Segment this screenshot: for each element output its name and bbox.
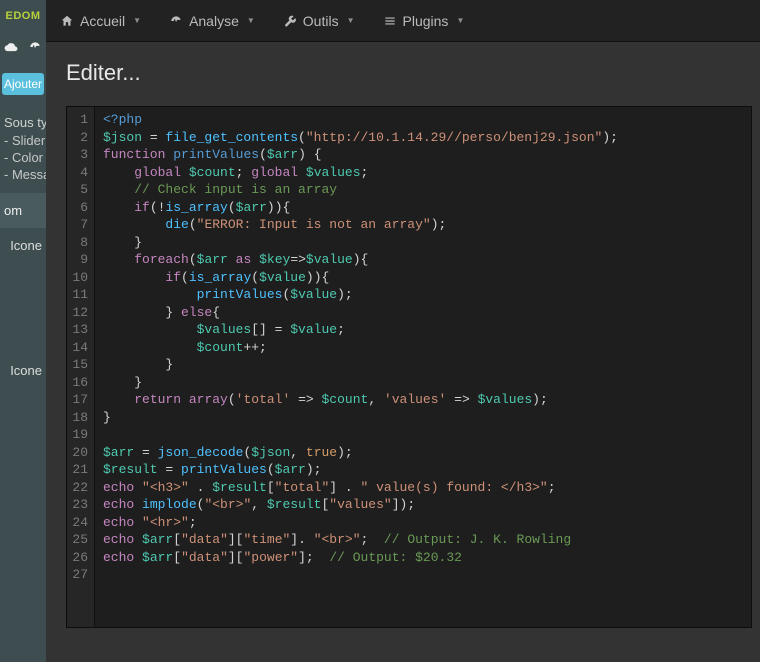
code-line[interactable]: foreach($arr as $key=>$value){ [103,251,618,269]
chevron-down-icon: ▼ [247,16,255,25]
line-number: 27 [69,566,88,584]
code-line[interactable]: function printValues($arr) { [103,146,618,164]
code-line[interactable]: $result = printValues($arr); [103,461,618,479]
top-nav: Accueil ▼ Analyse ▼ Outils ▼ Plugins ▼ [46,0,760,42]
sidebar-item[interactable]: - Color [0,149,46,166]
code-line[interactable]: } [103,374,618,392]
line-number: 21 [69,461,88,479]
code-line[interactable]: } [103,409,618,427]
line-number: 22 [69,479,88,497]
add-button[interactable]: Ajouter [2,73,44,95]
line-number: 26 [69,549,88,567]
cloud-icon[interactable] [4,40,18,59]
nav-item-plugins[interactable]: Plugins ▼ [369,0,479,41]
line-number: 15 [69,356,88,374]
code-editor[interactable]: 1234567891011121314151617181920212223242… [66,106,752,628]
code-line[interactable]: $count++; [103,339,618,357]
line-number: 3 [69,146,88,164]
line-number: 6 [69,199,88,217]
code-line[interactable]: if(is_array($value)){ [103,269,618,287]
sidebar-item-icone-1[interactable]: Icone [0,228,46,263]
nav-item-analyse[interactable]: Analyse ▼ [155,0,269,41]
left-sidebar: EDOM Ajouter Sous ty - Slider- Color- Me… [0,0,46,662]
code-line[interactable]: $values[] = $value; [103,321,618,339]
code-line[interactable]: return array('total' => $count, 'values'… [103,391,618,409]
line-number: 24 [69,514,88,532]
line-number: 17 [69,391,88,409]
code-line[interactable]: echo $arr["data"]["power"]; // Output: $… [103,549,618,567]
code-line[interactable]: // Check input is an array [103,181,618,199]
nav-item-outils[interactable]: Outils ▼ [269,0,369,41]
sidebar-item-label: Icone [10,238,42,253]
dash-icon [169,14,183,28]
editor-title: Editer... [46,42,760,102]
editor-panel: Editer... 123456789101112131415161718192… [46,42,760,662]
line-number: 2 [69,129,88,147]
line-number: 4 [69,164,88,182]
code-line[interactable]: $json = file_get_contents("http://10.1.1… [103,129,618,147]
chevron-down-icon: ▼ [347,16,355,25]
line-number: 13 [69,321,88,339]
code-line[interactable]: <?php [103,111,618,129]
line-number: 9 [69,251,88,269]
line-gutter: 1234567891011121314151617181920212223242… [67,107,95,627]
line-number: 11 [69,286,88,304]
wrench-icon [283,14,297,28]
nav-label: Plugins [403,13,449,29]
sidebar-item[interactable]: - Messa [0,166,46,183]
home-icon [60,14,74,28]
code-line[interactable]: global $count; global $values; [103,164,618,182]
line-number: 8 [69,234,88,252]
sidebar-heading-subtype: Sous ty [0,101,46,132]
dashboard-icon[interactable] [28,40,42,59]
line-number: 12 [69,304,88,322]
code-line[interactable]: printValues($value); [103,286,618,304]
code-line[interactable]: echo "<h3>" . $result["total"] . " value… [103,479,618,497]
sidebar-block[interactable]: om [0,193,46,228]
line-number: 5 [69,181,88,199]
line-number: 20 [69,444,88,462]
code-line[interactable]: echo $arr["data"]["time"]. "<br>"; // Ou… [103,531,618,549]
line-number: 16 [69,374,88,392]
sidebar-icon-row [0,32,46,67]
sidebar-item-label: Icone [10,363,42,378]
brand-label: EDOM [0,0,46,32]
line-number: 25 [69,531,88,549]
code-line[interactable]: } [103,356,618,374]
editor-footer [66,628,752,662]
nav-item-accueil[interactable]: Accueil ▼ [46,0,155,41]
nav-label: Outils [303,13,339,29]
list-icon [383,14,397,28]
sidebar-item-icone-2[interactable]: Icone [0,353,46,388]
line-number: 7 [69,216,88,234]
code-line[interactable]: die("ERROR: Input is not an array"); [103,216,618,234]
line-number: 14 [69,339,88,357]
chevron-down-icon: ▼ [133,16,141,25]
nav-label: Analyse [189,13,239,29]
line-number: 18 [69,409,88,427]
line-number: 23 [69,496,88,514]
code-line[interactable]: if(!is_array($arr)){ [103,199,618,217]
code-line[interactable]: } [103,234,618,252]
code-line[interactable]: echo implode("<br>", $result["values"]); [103,496,618,514]
code-content[interactable]: <?php$json = file_get_contents("http://1… [95,107,626,627]
chevron-down-icon: ▼ [456,16,464,25]
code-line[interactable]: $arr = json_decode($json, true); [103,444,618,462]
code-line[interactable] [103,426,618,444]
code-line[interactable]: echo "<hr>"; [103,514,618,532]
nav-label: Accueil [80,13,125,29]
line-number: 19 [69,426,88,444]
line-number: 1 [69,111,88,129]
sidebar-item[interactable]: - Slider [0,132,46,149]
code-line[interactable]: } else{ [103,304,618,322]
line-number: 10 [69,269,88,287]
code-line[interactable] [103,566,618,584]
